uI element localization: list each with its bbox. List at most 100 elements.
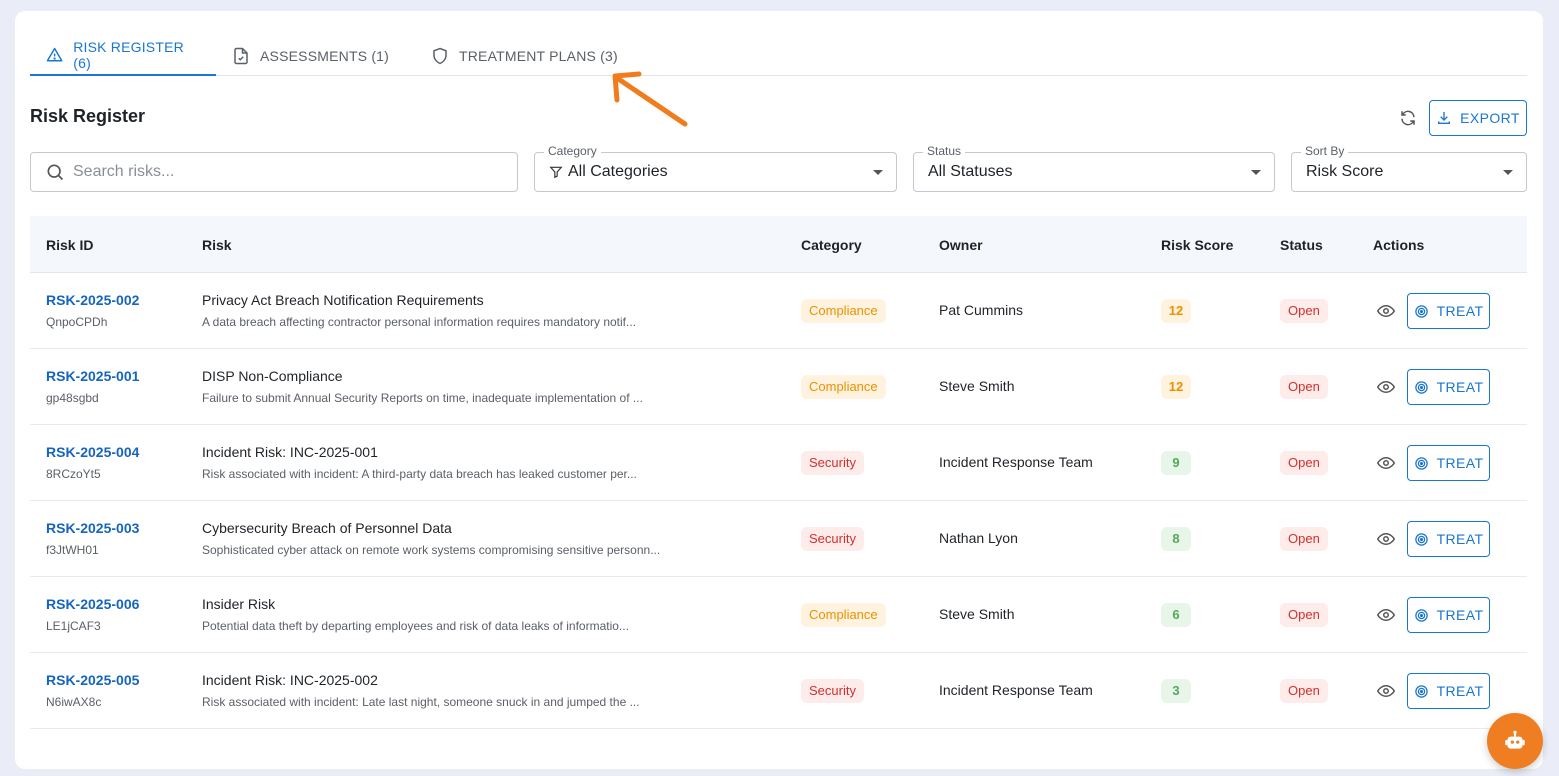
target-icon: [1414, 532, 1428, 546]
risk-description: Sophisticated cyber attack on remote wor…: [202, 543, 661, 557]
tab-label: TREATMENT PLANS (3): [459, 47, 618, 64]
category-chip: Security: [801, 527, 864, 551]
treat-label: TREAT: [1436, 531, 1484, 547]
eye-icon[interactable]: [1377, 302, 1395, 320]
status-badge: Open: [1280, 451, 1328, 475]
risk-description: Failure to submit Annual Security Report…: [202, 391, 643, 405]
status-value: All Statuses: [928, 163, 1013, 180]
owner-name: Incident Response Team: [939, 682, 1093, 698]
risk-short-code: gp48sgbd: [46, 391, 99, 405]
status-badge: Open: [1280, 299, 1328, 323]
risk-id-link[interactable]: RSK-2025-005: [46, 672, 139, 688]
sort-select[interactable]: Sort By Risk Score: [1291, 144, 1527, 192]
target-icon: [1414, 608, 1428, 622]
tab-treatment-plans[interactable]: TREATMENT PLANS (3): [415, 35, 634, 76]
filter-icon: [549, 166, 563, 179]
risk-title: DISP Non-Compliance: [202, 368, 343, 384]
owner-name: Steve Smith: [939, 378, 1015, 394]
target-icon: [1414, 380, 1428, 394]
annotation-arrow-icon: [612, 71, 688, 127]
clipboard-check-icon: [234, 47, 248, 64]
category-chip: Security: [801, 679, 864, 703]
risk-id-link[interactable]: RSK-2025-006: [46, 596, 139, 612]
shield-icon: [433, 47, 447, 64]
treat-button[interactable]: TREAT: [1407, 521, 1490, 557]
owner-name: Steve Smith: [939, 606, 1015, 622]
risk-table: Risk ID Risk Category Owner Risk Score S…: [30, 216, 1527, 729]
treat-button[interactable]: TREAT: [1407, 597, 1490, 633]
table-row: RSK-2025-006 LE1jCAF3 Insider Risk Potentia…: [30, 577, 1527, 653]
treat-button[interactable]: TREAT: [1407, 673, 1490, 709]
risk-title: Incident Risk: INC-2025-002: [202, 672, 378, 688]
treat-button[interactable]: TREAT: [1407, 445, 1490, 481]
refresh-icon: [1401, 110, 1415, 126]
owner-name: Pat Cummins: [939, 302, 1024, 318]
search-icon: [47, 164, 64, 181]
header-category: Category: [801, 237, 862, 253]
table-header: Risk ID Risk Category Owner Risk Score S…: [30, 216, 1527, 273]
chevron-down-icon: [1251, 170, 1261, 175]
eye-icon[interactable]: [1377, 454, 1395, 472]
risk-short-code: N6iwAX8c: [46, 695, 102, 709]
target-icon: [1414, 304, 1428, 318]
risk-id-link[interactable]: RSK-2025-004: [46, 444, 139, 460]
assistant-fab-button[interactable]: [1487, 713, 1543, 769]
risk-short-code: QnpoCPDh: [46, 315, 108, 329]
search-field[interactable]: [30, 152, 518, 192]
category-value: All Categories: [568, 163, 668, 180]
tab-label: ASSESSMENTS (1): [260, 47, 390, 64]
target-icon: [1414, 456, 1428, 470]
risk-id-link[interactable]: RSK-2025-001: [46, 368, 139, 384]
risk-description: Potential data theft by departing employ…: [202, 619, 629, 633]
category-chip: Compliance: [801, 299, 886, 323]
header-owner: Owner: [939, 237, 983, 253]
export-button[interactable]: EXPORT: [1429, 100, 1527, 136]
risk-description: Risk associated with incident: Late last…: [202, 695, 640, 709]
risk-id-link[interactable]: RSK-2025-003: [46, 520, 139, 536]
status-label: Status: [923, 144, 966, 158]
status-badge: Open: [1280, 603, 1328, 627]
treat-button[interactable]: TREAT: [1407, 293, 1490, 329]
eye-icon[interactable]: [1377, 606, 1395, 624]
main-card: RISK REGISTER (6) ASSESSMENTS (1) TREATM…: [15, 11, 1543, 769]
tab-risk-register[interactable]: RISK REGISTER (6): [30, 35, 216, 76]
chevron-down-icon: [1503, 170, 1513, 175]
treat-label: TREAT: [1436, 303, 1484, 319]
risk-score-badge: 9: [1161, 451, 1191, 475]
eye-icon[interactable]: [1377, 378, 1395, 396]
risk-score-badge: 8: [1161, 527, 1191, 551]
header-risk-id: Risk ID: [46, 237, 94, 253]
treat-label: TREAT: [1436, 455, 1484, 471]
risk-id-link[interactable]: RSK-2025-002: [46, 292, 139, 308]
risk-score-badge: 6: [1161, 603, 1191, 627]
table-body: RSK-2025-002 QnpoCPDh Privacy Act Breach N…: [30, 273, 1527, 729]
owner-name: Nathan Lyon: [939, 530, 1018, 546]
export-label: EXPORT: [1460, 110, 1520, 126]
status-select[interactable]: Status All Statuses: [913, 144, 1275, 192]
risk-title: Cybersecurity Breach of Personnel Data: [202, 520, 452, 536]
risk-score-badge: 3: [1161, 679, 1191, 703]
table-row: RSK-2025-003 f3JtWH01 Cybersecurity Breach…: [30, 501, 1527, 577]
risk-short-code: 8RCzoYt5: [46, 467, 101, 481]
tab-bar: RISK REGISTER (6) ASSESSMENTS (1) TREATM…: [30, 35, 1527, 76]
risk-short-code: LE1jCAF3: [46, 619, 101, 633]
category-label: Category: [544, 144, 601, 158]
category-chip: Compliance: [801, 375, 886, 399]
page-title: Risk Register: [30, 106, 146, 126]
status-badge: Open: [1280, 679, 1328, 703]
eye-icon[interactable]: [1377, 682, 1395, 700]
table-row: RSK-2025-005 N6iwAX8c Incident Risk: INC-2…: [30, 653, 1527, 729]
category-select[interactable]: Category All Categories: [534, 144, 897, 192]
risk-short-code: f3JtWH01: [46, 543, 99, 557]
sort-value: Risk Score: [1306, 163, 1384, 180]
treat-label: TREAT: [1436, 379, 1484, 395]
tab-assessments[interactable]: ASSESSMENTS (1): [216, 35, 405, 76]
search-input[interactable]: [73, 163, 493, 181]
treat-button[interactable]: TREAT: [1407, 369, 1490, 405]
refresh-button[interactable]: [1397, 107, 1419, 129]
eye-icon[interactable]: [1377, 530, 1395, 548]
target-icon: [1414, 684, 1428, 698]
header-risk: Risk: [202, 237, 232, 253]
risk-title: Insider Risk: [202, 596, 276, 612]
table-row: RSK-2025-001 gp48sgbd DISP Non-Compliance F…: [30, 349, 1527, 425]
